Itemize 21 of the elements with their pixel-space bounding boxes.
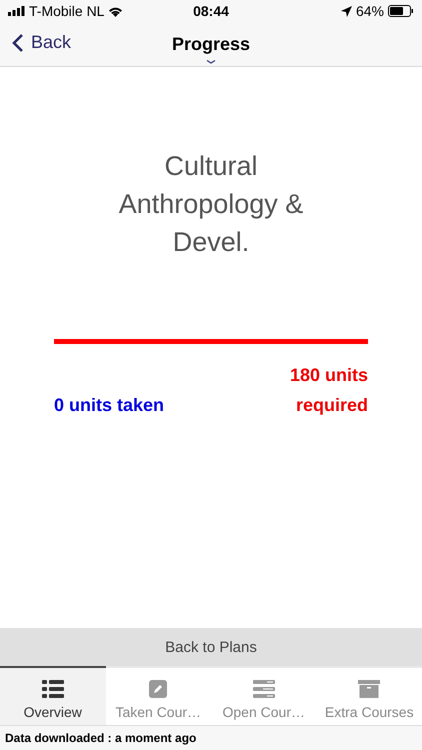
pencil-icon: [149, 680, 168, 698]
back-button[interactable]: Back: [12, 32, 72, 53]
caret-icon: [206, 60, 216, 64]
page-title: Progress: [172, 34, 250, 54]
course-title: Cultural Anthropology & Devel.: [118, 150, 304, 259]
chevron-left-icon: [12, 32, 24, 52]
carrier-name: T-Mobile NL: [29, 3, 104, 19]
status-time: 08:44: [193, 3, 229, 19]
signal-icon: [8, 6, 25, 16]
battery-percent: 64%: [356, 3, 384, 19]
download-status: Data downloaded : a moment ago: [5, 731, 196, 745]
units-required: 180 units required: [288, 364, 368, 417]
archive-box-icon: [358, 680, 380, 698]
tab[interactable]: Overview: [0, 666, 106, 725]
location-icon: [340, 6, 352, 16]
back-to-plans-button[interactable]: Back to Plans: [0, 628, 422, 666]
list-icon: [42, 680, 64, 698]
units-taken: 0 units taken: [54, 394, 164, 417]
wifi-icon: [108, 6, 124, 16]
rows-icon: [252, 680, 275, 698]
battery-icon: [388, 5, 414, 17]
